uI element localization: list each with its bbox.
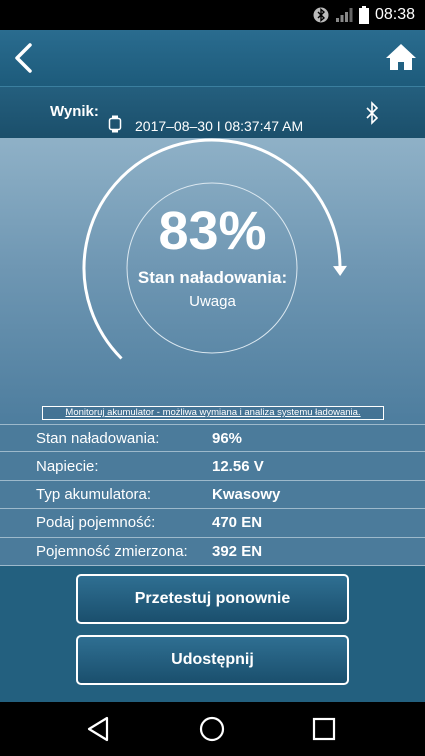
- detail-row: Stan naładowania: 96%: [0, 424, 425, 453]
- actions-panel: Przetestuj ponownie Udostępnij: [0, 566, 425, 702]
- charge-state-value: Uwaga: [189, 293, 236, 310]
- system-nav-bar: [0, 702, 425, 756]
- detail-row: Pojemność zmierzona: 392 EN: [0, 538, 425, 566]
- detail-value: 96%: [212, 429, 243, 447]
- monitor-battery-link[interactable]: Monitoruj akumulator - możliwa wymiana i…: [42, 406, 384, 420]
- signal-icon: [335, 7, 353, 23]
- detail-row: Napiecie: 12.56 V: [0, 452, 425, 481]
- bluetooth-icon: [364, 101, 380, 125]
- home-icon[interactable]: [385, 42, 417, 72]
- detail-row: Typ akumulatora: Kwasowy: [0, 481, 425, 510]
- charge-state-label: Stan naładowania:: [137, 268, 288, 287]
- details-list: Stan naładowania: 96% Napiecie: 12.56 V …: [0, 424, 425, 566]
- detail-label: Typ akumulatora:: [36, 485, 152, 503]
- back-arrow-icon[interactable]: [10, 42, 40, 74]
- detail-value: 470 EN: [212, 514, 263, 532]
- app-bar: [0, 30, 425, 86]
- gauge-panel: 83% Stan naładowania: Uwaga Monitoruj ak…: [0, 138, 425, 424]
- watch-icon: [108, 115, 122, 133]
- detail-label: Pojemność zmierzona:: [36, 542, 188, 560]
- nav-back-icon[interactable]: [86, 716, 112, 742]
- detail-value: 12.56 V: [212, 457, 264, 475]
- result-header: Wynik: 2017–08–30 I 08:37:47 AM: [0, 86, 425, 138]
- battery-icon: [358, 6, 369, 24]
- detail-label: Podaj pojemność:: [36, 514, 156, 532]
- detail-value: 392 EN: [212, 542, 263, 560]
- nav-home-icon[interactable]: [199, 716, 225, 742]
- nav-recents-icon[interactable]: [312, 717, 336, 741]
- detail-value: Kwasowy: [212, 485, 281, 503]
- status-bar: 08:38: [0, 0, 425, 30]
- charge-percent: 83%: [158, 201, 267, 261]
- detail-row: Podaj pojemność: 470 EN: [0, 509, 425, 538]
- detail-label: Stan naładowania:: [36, 429, 160, 447]
- result-label: Wynik:: [50, 103, 99, 120]
- result-datetime: 2017–08–30 I 08:37:47 AM: [135, 118, 304, 134]
- status-time: 08:38: [374, 6, 415, 23]
- bluetooth-status-icon: [313, 7, 329, 23]
- detail-label: Napiecie:: [36, 457, 99, 475]
- retest-button[interactable]: Przetestuj ponownie: [76, 574, 349, 624]
- share-button[interactable]: Udostępnij: [76, 635, 349, 685]
